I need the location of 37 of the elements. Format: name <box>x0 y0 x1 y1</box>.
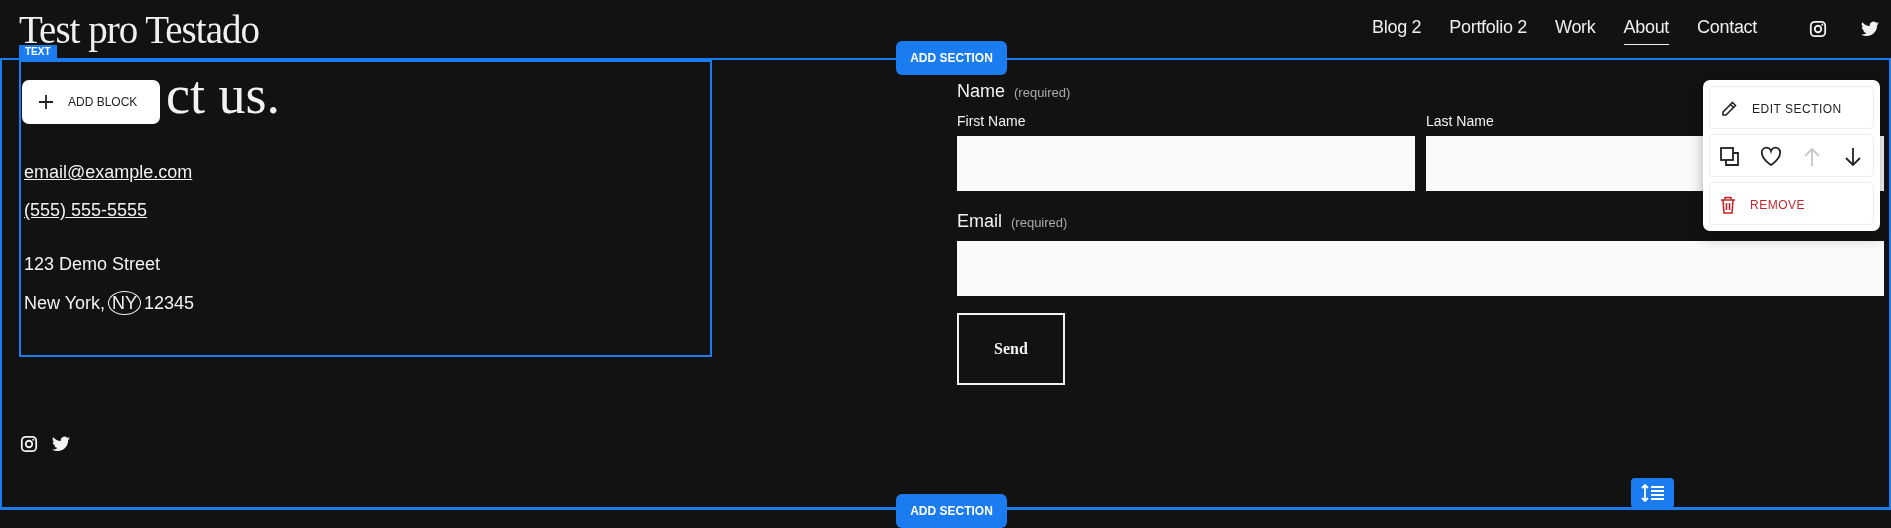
pencil-icon <box>1720 99 1738 118</box>
plus-icon <box>38 94 54 110</box>
add-block-button[interactable]: ADD BLOCK <box>22 80 160 124</box>
address-text: 12345 <box>144 294 195 313</box>
email-link[interactable]: email@example.com <box>24 162 193 183</box>
instagram-icon[interactable] <box>1809 20 1827 38</box>
phone-link[interactable]: (555) 555-5555 <box>24 200 148 221</box>
address-text: 123 Demo Street <box>24 254 161 275</box>
trash-icon <box>1720 195 1736 214</box>
heart-icon[interactable] <box>1760 144 1783 167</box>
instagram-icon[interactable] <box>20 435 38 453</box>
required-hint: (required) <box>1014 84 1071 102</box>
first-name-field[interactable] <box>957 136 1415 191</box>
twitter-icon[interactable] <box>1861 20 1879 38</box>
contact-heading: ct us. <box>166 66 281 126</box>
field-label: Email <box>957 210 1002 233</box>
add-section-button[interactable]: ADD SECTION <box>896 494 1007 528</box>
address-text: New York, <box>24 294 106 313</box>
nav-link[interactable]: Portfolio 2 <box>1449 13 1528 45</box>
spacing-handle[interactable] <box>1631 478 1674 508</box>
field-label: Last Name <box>1426 112 1494 131</box>
nav-link[interactable]: About <box>1623 13 1670 45</box>
nav-link[interactable]: Contact <box>1697 13 1757 45</box>
field-label: Name <box>957 80 1005 103</box>
edit-section-button[interactable]: EDIT SECTION <box>1710 87 1873 130</box>
block-type-tag: TEXT <box>19 45 57 58</box>
add-section-button[interactable]: ADD SECTION <box>896 41 1007 75</box>
twitter-icon[interactable] <box>52 435 70 453</box>
send-button[interactable]: Send <box>957 313 1065 385</box>
remove-button[interactable]: REMOVE <box>1710 183 1873 226</box>
field-label: First Name <box>957 112 1026 131</box>
nav-link[interactable]: Work <box>1555 13 1596 45</box>
required-hint: (required) <box>1011 214 1068 232</box>
resize-lines-icon <box>1640 484 1665 502</box>
nav-link[interactable]: Blog 2 <box>1372 13 1422 45</box>
duplicate-icon[interactable] <box>1719 144 1742 167</box>
email-field[interactable] <box>957 241 1884 296</box>
